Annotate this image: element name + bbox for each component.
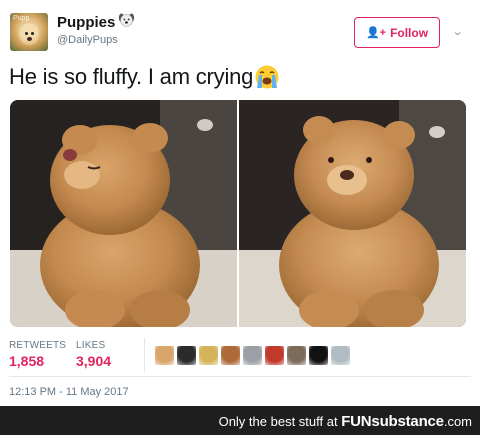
likes-stat[interactable]: LIKES 3,904: [76, 340, 111, 369]
liker-avatar[interactable]: [265, 346, 284, 365]
avatar[interactable]: Pupp: [10, 13, 48, 51]
dog-face-icon: [118, 13, 135, 27]
liker-avatar[interactable]: [155, 346, 174, 365]
loudly-crying-face-icon: [255, 65, 279, 89]
person-plus-icon: 👤+: [365, 27, 387, 39]
watermark-brand: FUNsubstance: [341, 413, 444, 430]
retweets-label: RETWEETS: [9, 340, 67, 351]
watermark-suffix: .com: [443, 414, 472, 429]
liker-avatar[interactable]: [177, 346, 196, 365]
stats-divider: [144, 338, 145, 372]
tweet-photo-left[interactable]: [10, 100, 237, 327]
liker-avatar[interactable]: [309, 346, 328, 365]
watermark-footer: Only the best stuff at FUNsubstance.com: [0, 406, 480, 435]
tweet-text: He is so fluffy. I am crying: [9, 64, 254, 89]
follow-button[interactable]: 👤+ Follow: [354, 17, 440, 48]
account-handle[interactable]: @DailyPups: [57, 34, 118, 46]
liker-avatar[interactable]: [287, 346, 306, 365]
retweets-count: 1,858: [9, 353, 45, 369]
follow-label: Follow: [390, 25, 429, 40]
avatar-text: Pupp: [13, 15, 30, 22]
tweet-divider: [9, 376, 471, 377]
likes-count: 3,904: [76, 353, 112, 369]
avatar-eye-right: [31, 32, 34, 35]
tweet-photo-right[interactable]: [239, 100, 466, 327]
avatar-dog-face: [19, 23, 39, 45]
liker-avatar[interactable]: [243, 346, 262, 365]
liker-avatar[interactable]: [331, 346, 350, 365]
liker-avatar[interactable]: [221, 346, 240, 365]
chevron-down-icon[interactable]: ⌄: [452, 25, 464, 38]
liker-avatar[interactable]: [199, 346, 218, 365]
watermark-text: Only the best stuff at FUNsubstance.com: [219, 413, 472, 430]
avatar-nose: [27, 37, 32, 41]
likes-label: LIKES: [76, 340, 106, 351]
tweet-card: Pupp Puppies @DailyPups 👤+ Follow ⌄ He i…: [0, 0, 480, 406]
account-name[interactable]: Puppies: [57, 14, 115, 31]
retweets-stat[interactable]: RETWEETS 1,858: [9, 340, 66, 369]
watermark-prefix: Only the best stuff at: [218, 414, 338, 429]
tweet-timestamp[interactable]: 12:13 PM - 11 May 2017: [9, 386, 129, 398]
liker-avatars: [155, 346, 350, 365]
avatar-eye-left: [25, 32, 28, 35]
